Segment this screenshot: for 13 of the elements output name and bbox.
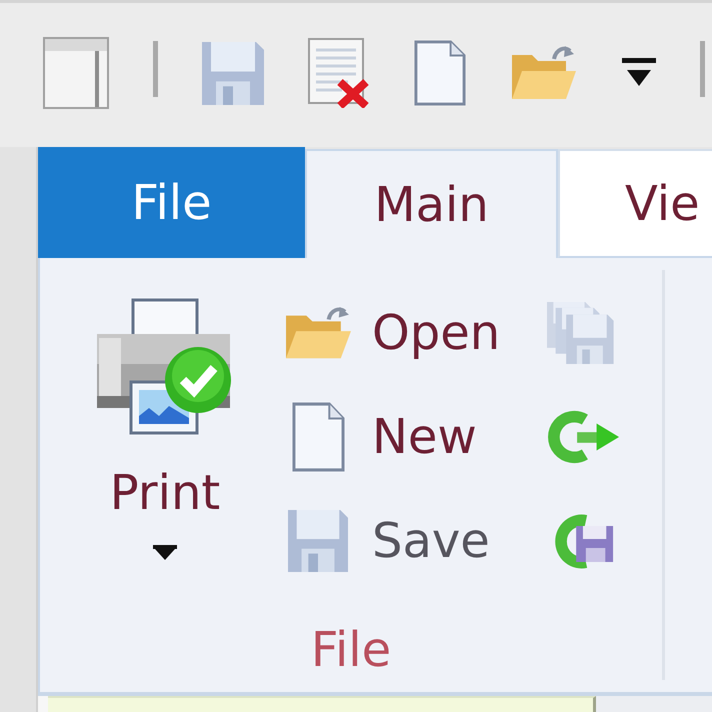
caret-icon[interactable] [622,58,656,88]
document-icon[interactable] [414,40,466,106]
document-icon [292,402,344,472]
printer-icon [96,298,234,435]
print-button[interactable]: Print [58,288,272,561]
document-cross-icon[interactable] [308,38,370,108]
window-icon[interactable] [43,37,109,109]
new-button[interactable]: New [283,385,477,489]
tab[interactable]: File [38,147,305,258]
tab[interactable]: Vie [558,149,712,258]
open-button[interactable]: Open [283,281,500,385]
tab[interactable]: Main [305,149,558,258]
group-label: File [310,622,392,678]
